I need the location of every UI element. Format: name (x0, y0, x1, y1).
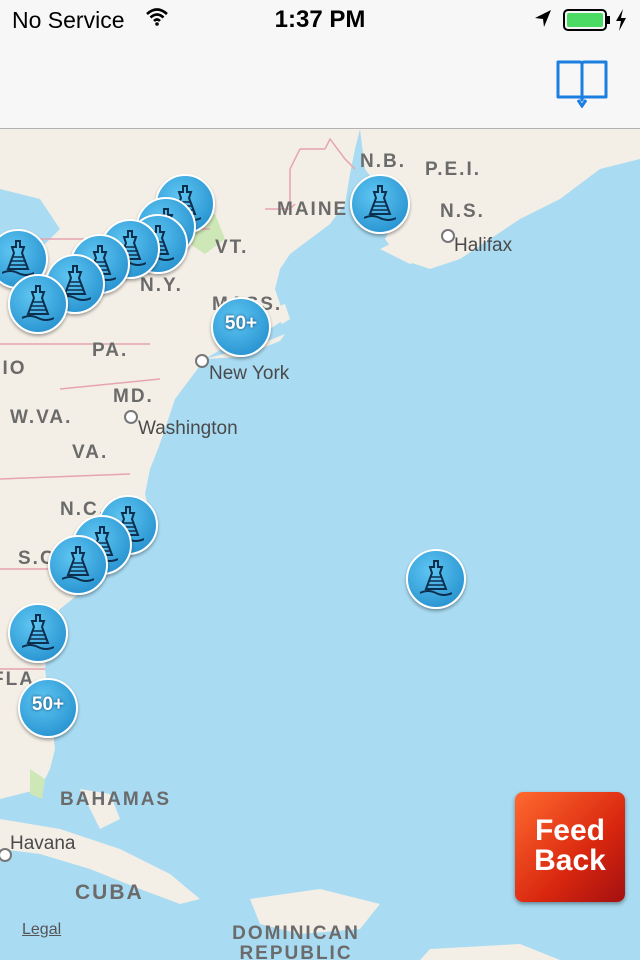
map-label-cuba: CUBA (75, 881, 144, 904)
buoy-cluster-marker[interactable]: 50+ (18, 678, 78, 738)
charging-icon (614, 8, 628, 37)
map-label-vt: VT. (215, 237, 249, 258)
map-label-ny: N.Y. (140, 275, 183, 296)
buoy-cluster-marker[interactable]: 50+ (211, 297, 271, 357)
status-bar: No Service 1:37 PM (0, 0, 640, 40)
city-dot-washington (124, 410, 138, 424)
map-label-ns: N.S. (440, 201, 485, 222)
cluster-count-label: 50+ (224, 313, 258, 334)
city-label-havana: Havana (10, 833, 76, 854)
map-label-nb: N.B. (360, 151, 406, 172)
buoy-marker[interactable] (8, 603, 68, 663)
map-label-maine: MAINE (277, 199, 349, 220)
feedback-label-line1: Feed (534, 814, 606, 847)
buoy-marker[interactable] (48, 535, 108, 595)
map-label-bahamas: BAHAMAS (60, 789, 172, 810)
cluster-count-label: 50+ (31, 694, 65, 715)
buoy-icon (364, 185, 396, 221)
buoy-icon (420, 560, 452, 596)
buoy-icon (62, 546, 94, 582)
feedback-label-line2: Back (534, 844, 606, 877)
buoy-marker[interactable] (406, 549, 466, 609)
legal-link[interactable]: Legal (22, 921, 61, 939)
map-label-pa: PA. (92, 340, 129, 361)
buoy-icon (22, 614, 54, 650)
navigation-bar (0, 40, 640, 129)
map-label-ohio: OHIO (0, 358, 27, 379)
map-label-pei: P.E.I. (425, 159, 482, 180)
city-dot-new-york (195, 354, 209, 368)
book-icon (556, 60, 608, 109)
city-label-new-york: New York (209, 363, 290, 384)
buoy-marker[interactable] (350, 174, 410, 234)
city-label-washington: Washington (138, 418, 238, 439)
feedback-button[interactable]: Feed Back (515, 792, 625, 902)
map-label-dominican-republic: DOMINICAN REPUBLIC (232, 923, 360, 960)
city-label-halifax: Halifax (454, 235, 513, 256)
bookmarks-button[interactable] (554, 56, 610, 109)
location-arrow-icon (534, 9, 552, 34)
buoy-icon (2, 240, 34, 276)
map-label-va: VA. (72, 442, 109, 463)
map-view[interactable]: N.B. P.E.I. MAINE N.S. VT. N.Y. MASS. PA… (0, 129, 640, 960)
buoy-marker[interactable] (8, 274, 68, 334)
city-dot-halifax (441, 229, 455, 243)
buoy-icon (22, 285, 54, 321)
battery-icon (563, 9, 611, 36)
map-label-md: MD. (113, 386, 154, 407)
map-label-wva: W.VA. (10, 407, 73, 428)
